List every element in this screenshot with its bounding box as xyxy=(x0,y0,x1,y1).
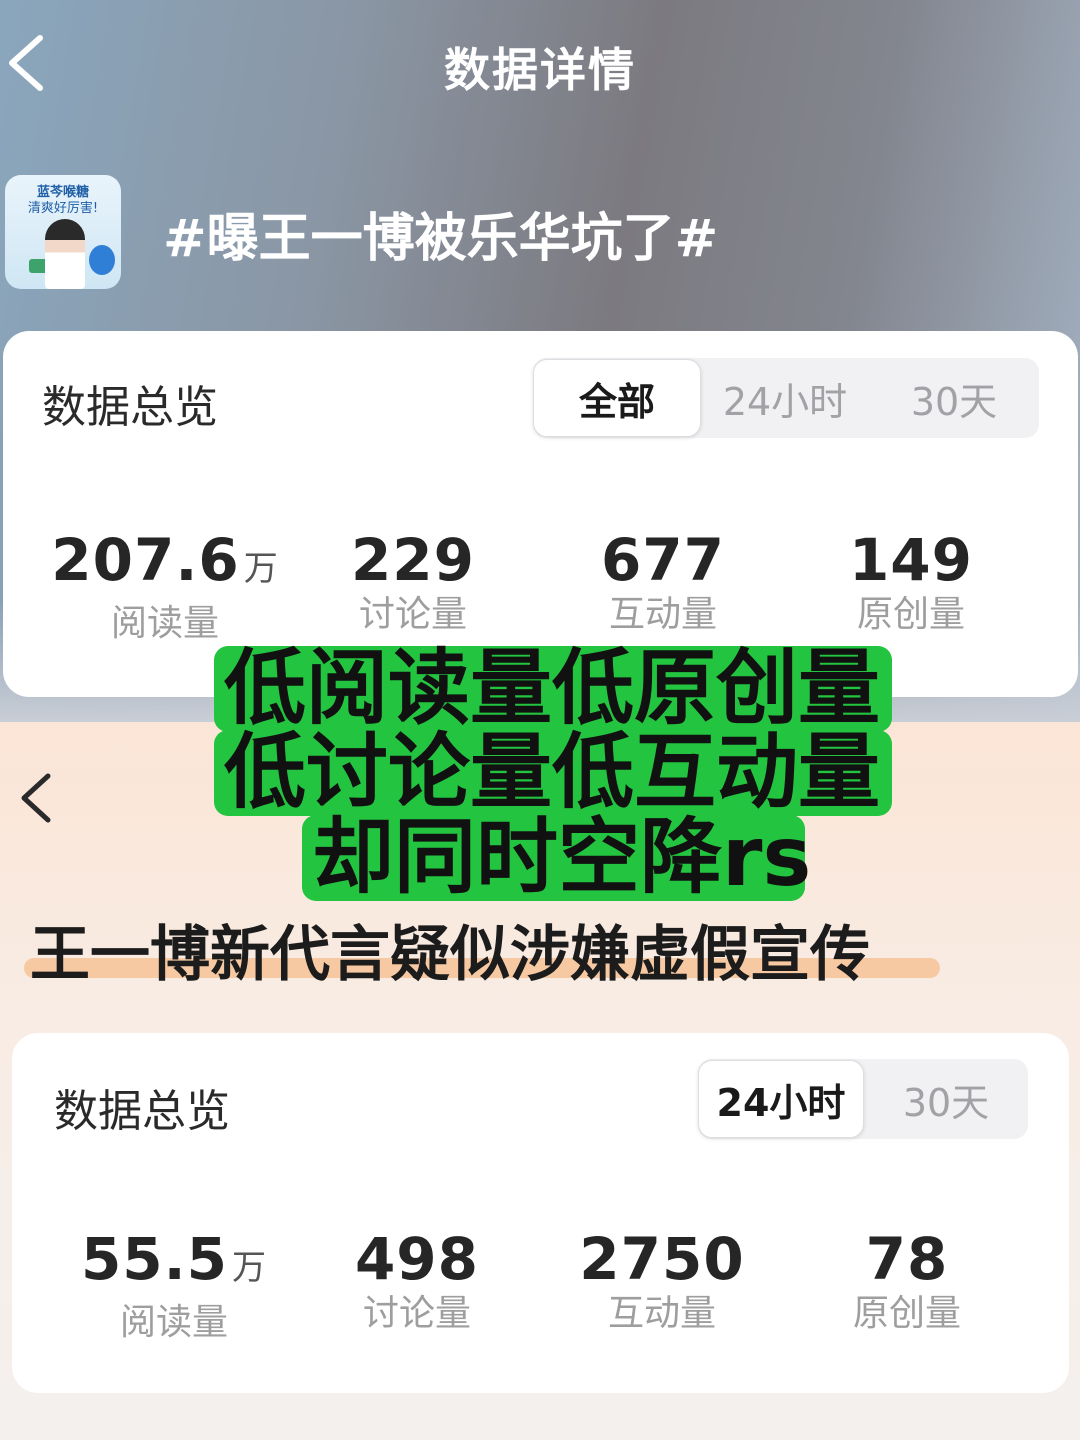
stat-value: 498 xyxy=(354,1225,480,1293)
thumb-mascot-image xyxy=(89,245,115,275)
overlay-caption-line-1: 低阅读量低原创量 xyxy=(214,646,892,732)
overlay-caption-line-3: 却同时空降rs xyxy=(302,815,811,901)
back-button-bottom[interactable] xyxy=(18,772,54,824)
stat-value: 677 xyxy=(600,526,726,594)
stat-originals: 149 原创量 xyxy=(811,528,1011,638)
thumb-person-image xyxy=(45,219,85,289)
card-title: 数据总览 xyxy=(42,382,218,433)
stat-interactions: 2750 互动量 xyxy=(552,1227,772,1337)
stat-originals: 78 原创量 xyxy=(807,1227,1007,1337)
stat-label: 讨论量 xyxy=(362,1293,471,1334)
time-range-tabs: 全部 24小时 30天 xyxy=(533,358,1039,438)
thumb-slogan-text: 清爽好厉害! xyxy=(27,201,99,216)
stat-label: 原创量 xyxy=(852,1293,961,1334)
topic-title: #曝王一博被乐华坑了# xyxy=(163,209,719,269)
stat-label: 原创量 xyxy=(856,594,965,635)
stat-value: 78 xyxy=(865,1225,949,1293)
stat-unit: 万 xyxy=(232,1248,268,1288)
stat-discussions: 498 讨论量 xyxy=(317,1227,517,1337)
data-overview-card-bottom: 数据总览 24小时 30天 55.5 万 阅读量 498 讨论量 2750 互动量… xyxy=(12,1033,1069,1393)
tab-30d[interactable]: 30天 xyxy=(869,358,1039,438)
stat-reads: 207.6 万 阅读量 xyxy=(45,528,285,647)
tab-30d[interactable]: 30天 xyxy=(864,1059,1028,1139)
tab-all[interactable]: 全部 xyxy=(533,359,701,437)
stat-interactions: 677 互动量 xyxy=(563,528,763,638)
back-arrow-icon xyxy=(21,773,51,823)
stat-value: 2750 xyxy=(579,1225,745,1293)
stat-unit: 万 xyxy=(243,549,279,589)
stat-value: 229 xyxy=(350,526,476,594)
overlay-caption-line-2: 低讨论量低互动量 xyxy=(214,730,892,816)
stat-label: 互动量 xyxy=(608,594,717,635)
stat-value: 149 xyxy=(848,526,974,594)
stat-value: 55.5 xyxy=(80,1225,229,1293)
stat-discussions: 229 讨论量 xyxy=(313,528,513,638)
headline-title: 王一博新代言疑似涉嫌虚假宣传 xyxy=(30,920,870,990)
topic-thumbnail[interactable]: 蓝芩喉糖 清爽好厉害! xyxy=(5,175,121,289)
stat-reads: 55.5 万 阅读量 xyxy=(64,1227,284,1346)
page-title: 数据详情 xyxy=(444,43,636,97)
stat-label: 讨论量 xyxy=(358,594,467,635)
stat-label: 阅读量 xyxy=(119,1302,228,1343)
stat-label: 互动量 xyxy=(607,1293,716,1334)
tab-24h[interactable]: 24小时 xyxy=(698,1060,864,1138)
stat-value: 207.6 xyxy=(51,526,240,594)
time-range-tabs: 24小时 30天 xyxy=(698,1059,1028,1139)
card-title: 数据总览 xyxy=(54,1086,230,1137)
tab-24h[interactable]: 24小时 xyxy=(701,358,869,438)
